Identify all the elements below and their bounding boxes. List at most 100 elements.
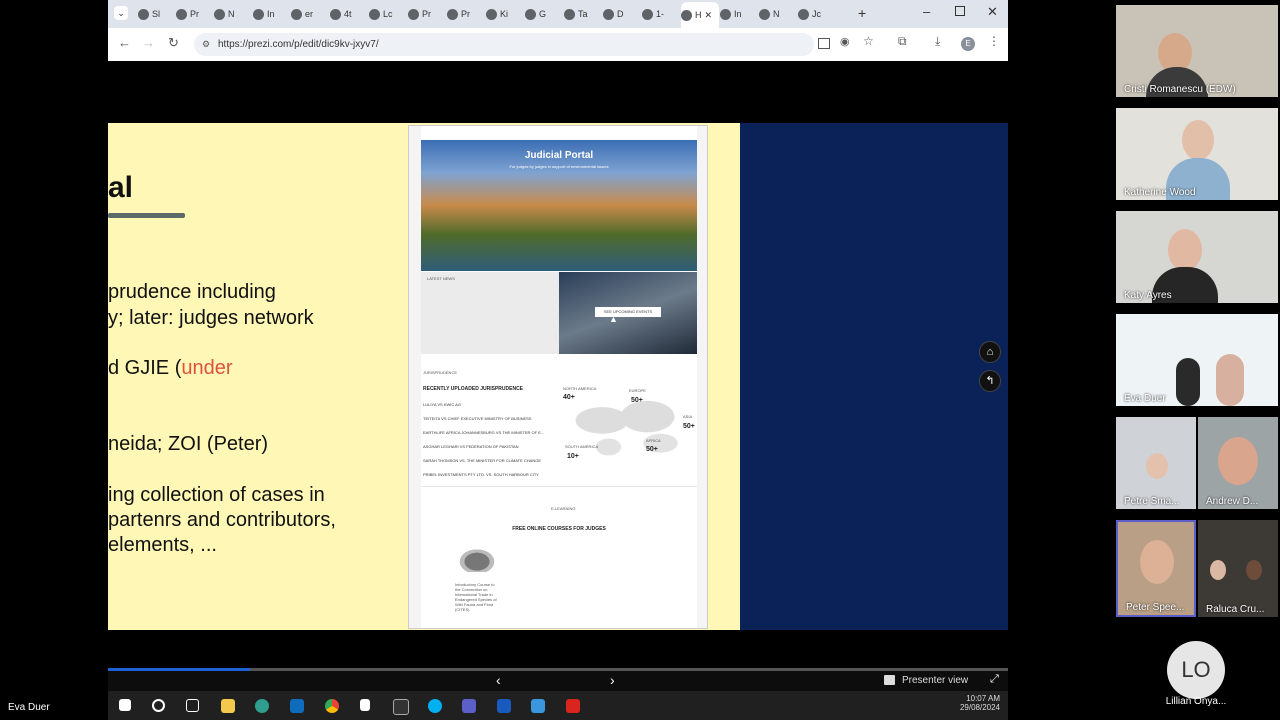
outlook-icon[interactable] bbox=[290, 699, 304, 713]
browser-tab[interactable]: G bbox=[525, 4, 563, 24]
skype-icon[interactable] bbox=[428, 699, 442, 713]
browser-tab[interactable]: In bbox=[720, 4, 758, 24]
acrobat-icon[interactable] bbox=[566, 699, 580, 713]
browser-tab[interactable]: Ki bbox=[486, 4, 524, 24]
region-label: NORTH AMERICA bbox=[563, 386, 597, 391]
browser-tab[interactable]: Jc bbox=[798, 4, 836, 24]
play-icon bbox=[176, 8, 187, 20]
slide-line-3: d GJIE (under bbox=[108, 357, 233, 380]
case-link[interactable]: ASGHAR LEGHARI VS FEDERATION OF PAKISTAN bbox=[423, 444, 519, 449]
course-caption[interactable]: Introductory Course to the Convention on… bbox=[455, 582, 501, 612]
presentation-controls: ‹ › Presenter view ⤢ bbox=[108, 671, 1008, 691]
participant-tile[interactable]: Andrew D... bbox=[1198, 417, 1278, 509]
home-icon[interactable]: ⌂ bbox=[979, 341, 1001, 363]
extensions-icon[interactable]: ⧉ bbox=[898, 34, 907, 49]
participant-tile[interactable]: Cristi Romanescu (EDW) bbox=[1116, 5, 1278, 97]
task-view-icon[interactable] bbox=[186, 699, 199, 712]
terminal-icon[interactable] bbox=[393, 699, 409, 715]
browser-tab-label: 1- bbox=[656, 9, 665, 19]
globe-icon bbox=[291, 8, 302, 20]
browser-tab[interactable]: Pr bbox=[447, 4, 485, 24]
app-icon[interactable] bbox=[360, 699, 370, 711]
participant-avatar[interactable]: LO bbox=[1167, 641, 1225, 699]
next-step-icon[interactable]: › bbox=[610, 672, 615, 688]
fullscreen-icon[interactable]: ⤢ bbox=[990, 673, 999, 686]
site-info-icon[interactable]: ⚙ bbox=[202, 33, 210, 56]
address-bar[interactable]: ⚙ https://prezi.com/p/edit/dic9kv-jxyv7/ bbox=[194, 33, 814, 56]
teams-icon bbox=[798, 8, 809, 20]
file-explorer-icon[interactable] bbox=[221, 699, 235, 713]
teams-icon[interactable] bbox=[462, 699, 476, 713]
reload-icon[interactable]: ↻ bbox=[168, 35, 179, 51]
see-upcoming-events-button[interactable]: SEE UPCOMING EVENTS bbox=[595, 307, 661, 317]
chrome-icon[interactable] bbox=[325, 699, 339, 713]
toolbar: ← → ↻ ⚙ https://prezi.com/p/edit/dic9kv-… bbox=[108, 28, 1008, 61]
search-icon[interactable] bbox=[152, 699, 165, 712]
download-icon[interactable]: ⤓ bbox=[935, 34, 940, 49]
windows-start-icon[interactable] bbox=[119, 699, 131, 711]
globe-icon bbox=[369, 8, 380, 20]
globe-icon bbox=[330, 8, 341, 20]
browser-tab[interactable]: D bbox=[603, 4, 641, 24]
participant-tile[interactable]: Raluca Cru... bbox=[1198, 520, 1278, 617]
browser-tab[interactable]: 1- bbox=[642, 4, 680, 24]
mouse-cursor-icon: ▲ bbox=[609, 314, 618, 324]
participant-name: Cristi Romanescu (EDW) bbox=[1124, 84, 1236, 95]
close-tab-icon[interactable]: ✕ bbox=[705, 10, 713, 21]
slide-canvas: al prudence including y; later: judges n… bbox=[108, 123, 740, 630]
word-icon[interactable] bbox=[497, 699, 511, 713]
globe-icon bbox=[486, 8, 497, 20]
case-link[interactable]: LULIYA VS KWIC AG bbox=[423, 402, 461, 407]
browser-tab[interactable]: er bbox=[291, 4, 329, 24]
browser-tab[interactable]: Ta bbox=[564, 4, 602, 24]
case-link[interactable]: EARTHLIFE AFRICA JOHANNESBURG VS THE MIN… bbox=[423, 430, 544, 435]
browser-tab[interactable]: Lc bbox=[369, 4, 407, 24]
browser-tab[interactable]: 4t bbox=[330, 4, 368, 24]
participant-tile[interactable]: Eva Duer bbox=[1116, 314, 1278, 406]
restore-icon[interactable] bbox=[955, 6, 965, 16]
taskbar: 10:07 AM 29/08/2024 bbox=[108, 691, 1008, 720]
self-name-label: Eva Duer bbox=[8, 702, 50, 713]
edge-icon[interactable] bbox=[255, 699, 269, 713]
browser-tab[interactable]: Pr bbox=[408, 4, 446, 24]
presenter-view-button[interactable]: Presenter view bbox=[902, 675, 968, 686]
participant-tile[interactable]: Katy Ayres bbox=[1116, 211, 1278, 303]
case-link[interactable]: PRIBEL INVESTMENTS PTY LTD. VS. SOUTH HA… bbox=[423, 472, 539, 477]
participant-tile[interactable]: Katherine Wood bbox=[1116, 108, 1278, 200]
minimize-icon[interactable]: – bbox=[923, 4, 930, 19]
screen-share-icon[interactable] bbox=[818, 38, 830, 49]
system-clock[interactable]: 10:07 AM 29/08/2024 bbox=[928, 694, 1000, 712]
browser-tab[interactable]: N bbox=[759, 4, 797, 24]
back-step-icon[interactable]: ↰ bbox=[979, 370, 1001, 392]
remote-desktop-icon[interactable] bbox=[531, 699, 545, 713]
browser-tab[interactable]: N bbox=[214, 4, 252, 24]
new-tab-icon[interactable]: + bbox=[858, 5, 866, 21]
portal-subtitle: For judges by judges in support of envir… bbox=[509, 164, 609, 169]
eye-off-icon[interactable]: ◉ bbox=[840, 35, 850, 48]
previous-step-icon[interactable]: ‹ bbox=[496, 672, 501, 688]
globe-icon bbox=[681, 9, 692, 21]
presenter-view-icon[interactable] bbox=[884, 675, 895, 685]
back-icon[interactable]: ← bbox=[118, 35, 131, 50]
region-label: ASIA bbox=[683, 414, 693, 419]
participant-name: Katherine Wood bbox=[1124, 187, 1196, 198]
region-count: 40+ bbox=[563, 394, 575, 401]
profile-avatar[interactable]: E bbox=[961, 37, 975, 51]
slide-title: al bbox=[108, 171, 134, 204]
menu-kebab-icon[interactable]: ⋮ bbox=[988, 34, 1000, 48]
participant-tile[interactable]: Peter Spee... bbox=[1116, 520, 1196, 617]
browser-tab[interactable]: Sl bbox=[138, 4, 176, 24]
browser-tab[interactable]: In bbox=[253, 4, 291, 24]
case-link[interactable]: TEITEITA VS CHIEF EXECUTIVE MINISTRY OF … bbox=[423, 416, 531, 421]
pencil-icon bbox=[447, 8, 458, 20]
tab-search-icon[interactable]: ⌄ bbox=[114, 6, 128, 20]
close-window-icon[interactable]: ✕ bbox=[987, 4, 998, 20]
browser-tab[interactable]: H ✕ bbox=[681, 2, 719, 28]
case-link[interactable]: SARAH THOMSON VS. THE MINISTER FOR CLIMA… bbox=[423, 458, 541, 463]
bookmark-star-icon[interactable]: ☆ bbox=[863, 34, 874, 48]
participant-tile[interactable]: Petre Sma... bbox=[1116, 417, 1196, 509]
portal-page: Judicial Portal For judges by judges in … bbox=[421, 126, 697, 628]
browser-tab[interactable]: Pr bbox=[176, 4, 214, 24]
url-text: https://prezi.com/p/edit/dic9kv-jxyv7/ bbox=[218, 39, 379, 50]
forward-icon[interactable]: → bbox=[142, 35, 155, 50]
